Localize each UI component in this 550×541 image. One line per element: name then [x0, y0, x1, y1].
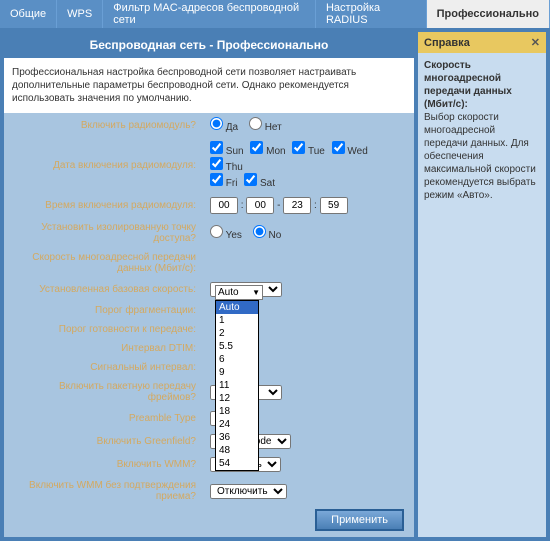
time-end-h[interactable] [283, 197, 311, 214]
panel-title: Беспроводная сеть - Профессионально [4, 32, 414, 58]
mrate-select[interactable]: Auto ▼ [215, 285, 263, 300]
mrate-option[interactable]: 48 [216, 444, 258, 457]
help-heading: Скорость многоадресной передачи данных (… [424, 60, 512, 110]
tab-mac-filter[interactable]: Фильтр MAC-адресов беспроводной сети [103, 0, 316, 28]
tab-professional[interactable]: Профессионально [427, 0, 550, 28]
apply-row: Применить [4, 503, 414, 537]
label-preamble: Preamble Type [4, 407, 204, 430]
label-dtim: Интервал DTIM: [4, 339, 204, 358]
mrate-options: Auto 1 2 5.5 6 9 11 12 18 24 36 48 54 [215, 300, 259, 471]
label-wmm-noack: Включить WMM без подтверждения приема? [4, 476, 204, 503]
close-icon[interactable]: ✕ [531, 36, 540, 49]
label-brate: Установленная базовая скорость: [4, 278, 204, 301]
panel-description: Профессиональная настройка беспроводной … [4, 58, 414, 113]
label-radio: Включить радиомодуль? [4, 113, 204, 137]
help-sidebar: Справка ✕ Скорость многоадресной передач… [418, 32, 546, 537]
help-body: Выбор скорости многоадресной передачи да… [424, 112, 536, 201]
mrate-option[interactable]: 9 [216, 366, 258, 379]
label-burst: Включить пакетную передачу фреймов? [4, 377, 204, 407]
mrate-option[interactable]: 54 [216, 457, 258, 470]
main-panel: Беспроводная сеть - Профессионально Проф… [4, 32, 414, 537]
label-date: Дата включения радиомодуля: [4, 137, 204, 193]
ap-yes[interactable]: Yes [210, 230, 242, 241]
mrate-option[interactable]: 24 [216, 418, 258, 431]
mrate-option[interactable]: 1 [216, 314, 258, 327]
tab-bar: Общие WPS Фильтр MAC-адресов беспроводно… [0, 0, 550, 28]
mrate-option[interactable]: 11 [216, 379, 258, 392]
chevron-down-icon: ▼ [252, 288, 260, 297]
mrate-option[interactable]: 12 [216, 392, 258, 405]
day-fri[interactable]: Fri [210, 173, 237, 189]
mrate-option[interactable]: 36 [216, 431, 258, 444]
day-wed[interactable]: Wed [332, 141, 368, 157]
mrate-option[interactable]: 6 [216, 353, 258, 366]
ap-no[interactable]: No [253, 230, 282, 241]
apply-button[interactable]: Применить [315, 509, 404, 531]
label-green: Включить Greenfield? [4, 430, 204, 453]
label-rts: Порог готовности к передаче: [4, 320, 204, 339]
radio-yes[interactable]: Да [210, 122, 238, 133]
day-sun[interactable]: Sun [210, 141, 244, 157]
help-title: Справка [424, 37, 470, 49]
radio-no[interactable]: Нет [249, 122, 282, 133]
time-start-h[interactable] [210, 197, 238, 214]
tab-general[interactable]: Общие [0, 0, 57, 28]
label-mrate: Скорость многоадресной передачи данных (… [4, 248, 204, 278]
mrate-option[interactable]: Auto [216, 301, 258, 314]
label-time: Время включения радиомодуля: [4, 193, 204, 218]
day-mon[interactable]: Mon [250, 141, 285, 157]
select-wmm-noack[interactable]: Отключить [210, 484, 287, 499]
mrate-option[interactable]: 2 [216, 327, 258, 340]
day-sat[interactable]: Sat [244, 173, 275, 189]
mrate-dropdown: Auto ▼ Auto 1 2 5.5 6 9 11 12 18 24 [215, 285, 263, 471]
settings-form: Включить радиомодуль? Да Нет Дата включе… [4, 113, 414, 503]
mrate-option[interactable]: 18 [216, 405, 258, 418]
day-thu[interactable]: Thu [210, 157, 243, 173]
label-beacon: Сигнальный интервал: [4, 358, 204, 377]
label-frag: Порог фрагментации: [4, 301, 204, 320]
label-wmm: Включить WMM? [4, 453, 204, 476]
day-tue[interactable]: Tue [292, 141, 324, 157]
label-ap: Установить изолированную точку доступа? [4, 218, 204, 248]
tab-wps[interactable]: WPS [57, 0, 103, 28]
time-start-m[interactable] [246, 197, 274, 214]
tab-radius[interactable]: Настройка RADIUS [316, 0, 427, 28]
mrate-option[interactable]: 5.5 [216, 340, 258, 353]
time-end-m[interactable] [320, 197, 348, 214]
